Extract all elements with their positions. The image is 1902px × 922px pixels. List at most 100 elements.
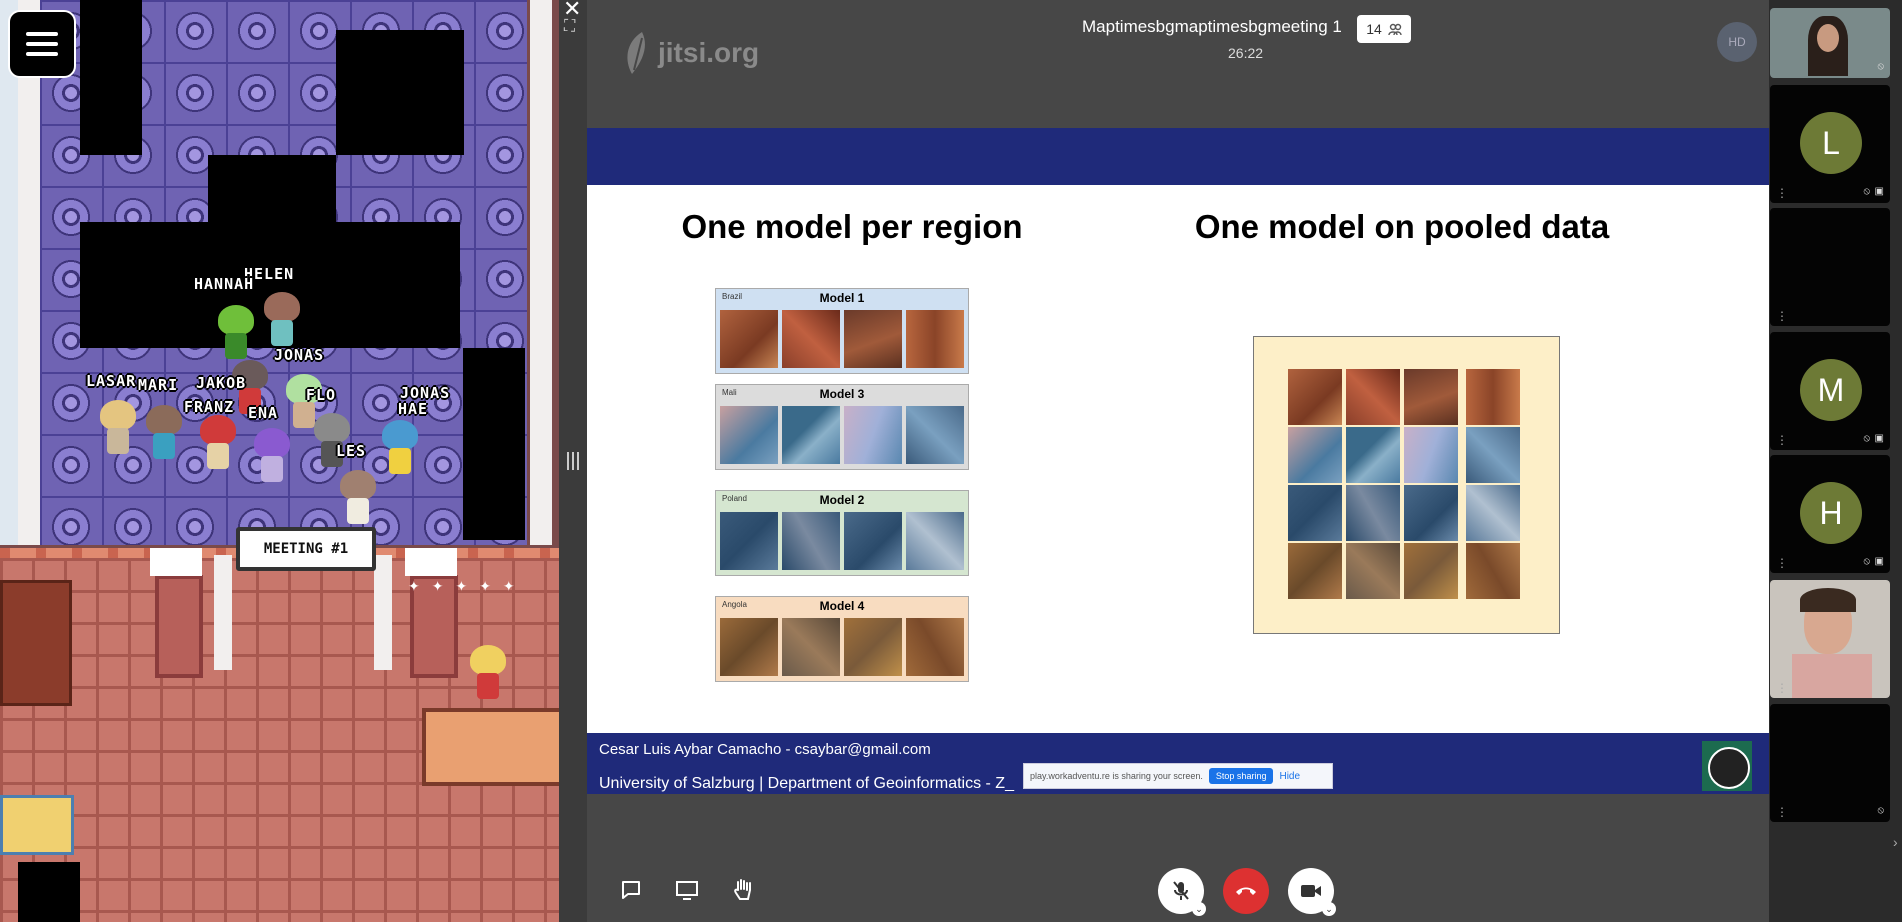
fairy-lights: ✦✦✦✦✦ [408,578,527,594]
model-card: Model 1 Brazil [715,288,969,374]
toggle-camera-button[interactable]: ⌄ [1288,868,1336,916]
mic-muted-icon: ⦸ [1877,805,1884,816]
participant-tile[interactable]: ⋮ [1770,208,1890,326]
video-quality-badge[interactable]: HD [1717,22,1757,62]
phone-hangup-icon [1236,887,1256,895]
mute-microphone-button[interactable]: ⌄ [1158,868,1206,916]
participant-video[interactable]: ⋮ [1770,580,1890,698]
raise-hand-icon[interactable] [724,871,762,909]
hide-button[interactable]: Hide [1279,771,1300,782]
slide-header-bar [587,128,1769,185]
participant-tile[interactable]: L ⋮ ⦸ ▣ [1770,85,1890,203]
avatar: H [1800,482,1862,544]
model-label: Model 2 [819,493,865,507]
player-avatar[interactable] [100,400,136,456]
screen-share-icon[interactable] [668,871,706,909]
player-name: MARI [138,376,179,394]
country-label: Brazil [722,292,743,301]
chat-icon[interactable] [612,871,650,909]
camera-off-icon: ▣ [1874,433,1884,444]
model-label: Model 1 [819,291,865,305]
participant-count-badge[interactable]: 14 [1357,15,1411,43]
pillar-cap [405,548,457,576]
model-label: Model 4 [819,599,865,613]
player-avatar[interactable] [146,405,182,461]
tile-menu-icon[interactable]: ⋮ [1776,682,1788,694]
player-avatar[interactable] [254,428,290,484]
player-avatar-self[interactable] [470,645,506,701]
player-name: LES [336,442,367,460]
player-avatar[interactable] [382,420,418,476]
mic-muted-icon: ⦸ [1863,186,1870,197]
mic-off-icon [1173,881,1189,900]
player-avatar[interactable] [218,305,254,361]
slide-right-title: One model on pooled data [1194,208,1610,245]
player-avatar[interactable] [264,292,300,348]
player-name: ENA [248,404,279,422]
right-wall [530,0,552,545]
player-name: HAE [398,400,429,418]
tile-menu-icon[interactable]: ⋮ [1776,434,1788,446]
mic-muted-icon: ⦸ [1863,556,1870,567]
country-label: Angola [722,600,747,609]
jitsi-leaf-icon [627,32,645,74]
model-label: Model 3 [819,387,865,401]
chevron-right-icon[interactable]: › [1893,834,1898,850]
tile-menu-icon[interactable]: ⋮ [1776,557,1788,569]
void-block [336,30,464,155]
camera-off-icon: ▣ [1874,186,1884,197]
participant-video[interactable]: ⦸ [1770,8,1890,78]
shared-screen: One model per region One model on pooled… [587,128,1769,794]
avatar: L [1800,112,1862,174]
panel-splitter[interactable]: ✕ ⛶ [559,0,587,922]
filmstrip: ⦸ L ⋮ ⦸ ▣ ⋮ M ⋮ ⦸ ▣ H ⋮ ⦸ ▣ ⋮ ⋮ ⦸ › [1769,0,1902,922]
university-seal-icon [1702,741,1752,791]
column [374,555,392,670]
left-wall [18,0,40,545]
country-label: Mali [722,388,737,397]
presenter-line: Cesar Luis Aybar Camacho - csaybar@gmail… [599,741,931,758]
tile-menu-icon[interactable]: ⋮ [1776,187,1788,199]
tile-menu-icon[interactable]: ⋮ [1776,806,1788,818]
player-name: HANNAH [194,275,255,293]
player-avatar[interactable] [340,470,376,526]
share-message: play.workadventu.re is sharing your scre… [1030,771,1203,781]
chevron-down-icon[interactable]: ⌄ [1192,902,1206,916]
fullscreen-icon[interactable]: ⛶ [564,18,575,36]
pillar [155,575,203,678]
participant-tile[interactable]: ⋮ ⦸ [1770,704,1890,822]
drag-handle-icon[interactable] [567,452,569,470]
avatar: M [1800,359,1862,421]
stop-sharing-button[interactable]: Stop sharing [1208,768,1274,784]
model-card: Model 3 Mali [715,384,969,470]
slide-left-title: One model per region [681,208,1023,245]
player-avatar[interactable] [200,415,236,471]
cabinet [0,580,72,706]
logo-text: jitsi.org [658,37,760,68]
player-name: JONAS [274,346,325,364]
pillar-cap [150,548,202,576]
chevron-down-icon[interactable]: ⌄ [1322,902,1336,916]
void-block [18,862,80,922]
screen-share-notice: play.workadventu.re is sharing your scre… [1023,763,1333,789]
drag-handle-icon[interactable] [577,452,579,470]
pooled-data-grid [1253,336,1560,634]
game-viewport[interactable]: ✦✦✦✦✦ MEETING #1 HELEN HANNAH JONAS LASA… [0,0,559,922]
rug [0,795,74,855]
hangup-button[interactable] [1223,868,1269,914]
meeting-timer: 26:22 [1228,45,1264,61]
player-avatar[interactable] [314,413,350,469]
participant-count: 14 [1366,21,1382,37]
void-block [208,155,336,225]
void-block [80,0,142,155]
participant-tile[interactable]: M ⋮ ⦸ ▣ [1770,332,1890,450]
tile-menu-icon[interactable]: ⋮ [1776,310,1788,322]
institution-line: University of Salzburg | Department of G… [599,775,1014,792]
drag-handle-icon[interactable] [572,452,574,470]
desk [422,708,559,786]
camera-icon [1301,885,1321,897]
hamburger-menu-icon[interactable] [8,10,76,78]
participant-tile[interactable]: H ⋮ ⦸ ▣ [1770,455,1890,573]
jitsi-logo: jitsi.org [622,30,759,76]
country-label: Poland [722,494,747,503]
